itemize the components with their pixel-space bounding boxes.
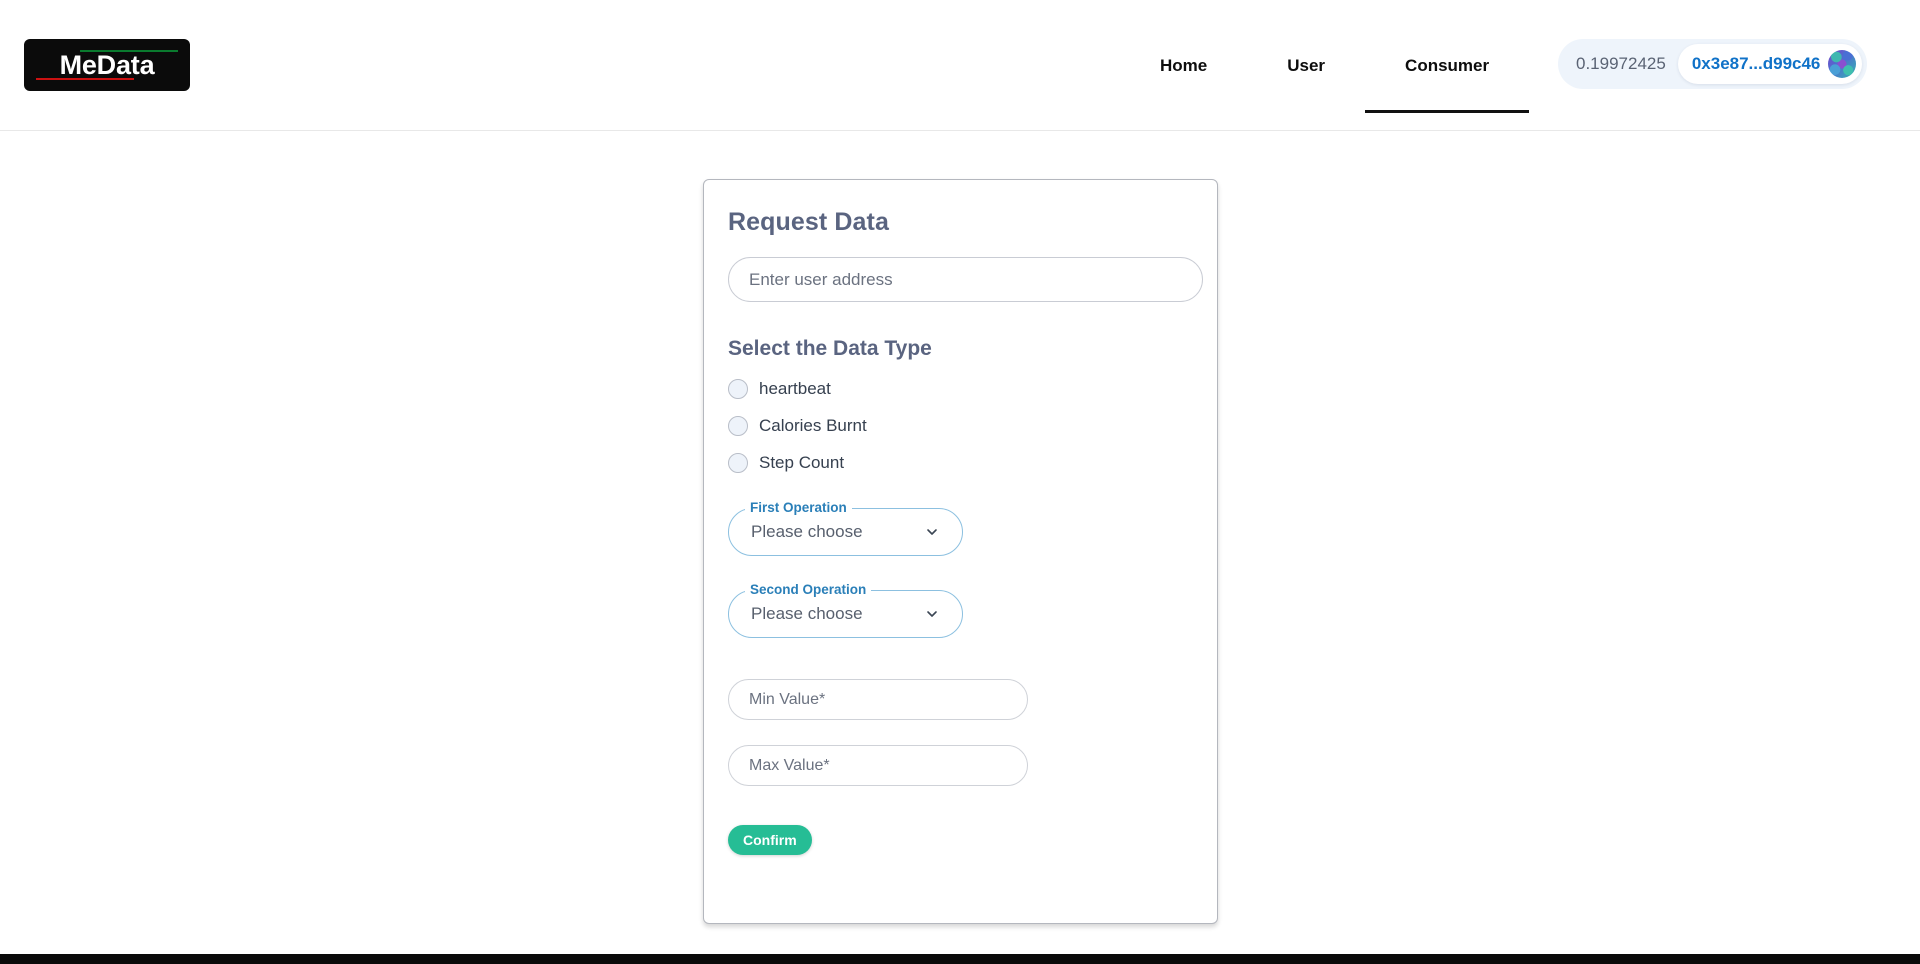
radio-label: Calories Burnt [759,415,867,435]
site-header: MeData Home User Consumer 0.19972425 0x3… [0,0,1920,131]
first-operation-value: Please choose [751,522,863,541]
first-operation-label: First Operation [745,499,852,517]
page-title: Request Data [728,208,889,236]
logo-text: MeData [59,49,155,80]
wallet-avatar-icon [1828,50,1857,78]
radio-label: heartbeat [759,378,831,398]
radio-circle-icon[interactable] [728,415,748,436]
max-value-input[interactable] [728,745,1028,786]
confirm-button[interactable]: Confirm [728,825,812,855]
user-address-input[interactable] [728,257,1203,302]
second-operation-field: Second Operation Please choose [728,581,963,638]
main-content: Request Data Select the Data Type heartb… [0,131,1920,964]
app-logo[interactable]: MeData [24,39,190,91]
radio-circle-icon[interactable] [728,452,748,473]
wallet-balance: 0.19972425 [1576,54,1666,73]
wallet-address-button[interactable]: 0x3e87...d99c46 [1677,44,1863,84]
wallet-widget[interactable]: 0.19972425 0x3e87...d99c46 [1558,39,1868,89]
first-operation-field: First Operation Please choose [728,499,963,556]
second-operation-label: Second Operation [745,581,872,599]
nav-item-user[interactable]: User [1247,0,1365,131]
nav-item-home[interactable]: Home [1120,0,1247,131]
second-operation-value: Please choose [751,604,863,623]
wallet-address-text: 0x3e87...d99c46 [1691,54,1821,73]
radio-circle-icon[interactable] [728,378,748,399]
main-nav: Home User Consumer [1120,0,1530,131]
min-value-input[interactable] [728,679,1028,720]
radio-option-heartbeat[interactable]: heartbeat [728,370,1193,407]
data-type-section-label: Select the Data Type [728,337,932,360]
nav-item-consumer[interactable]: Consumer [1365,0,1530,131]
radio-option-calories-burnt[interactable]: Calories Burnt [728,407,1193,444]
radio-label: Step Count [759,452,845,472]
request-data-card: Request Data Select the Data Type heartb… [703,179,1218,924]
chevron-down-icon [927,611,937,617]
chevron-down-icon [927,529,937,535]
bottom-bar [0,954,1920,964]
radio-option-step-count[interactable]: Step Count [728,444,1193,481]
